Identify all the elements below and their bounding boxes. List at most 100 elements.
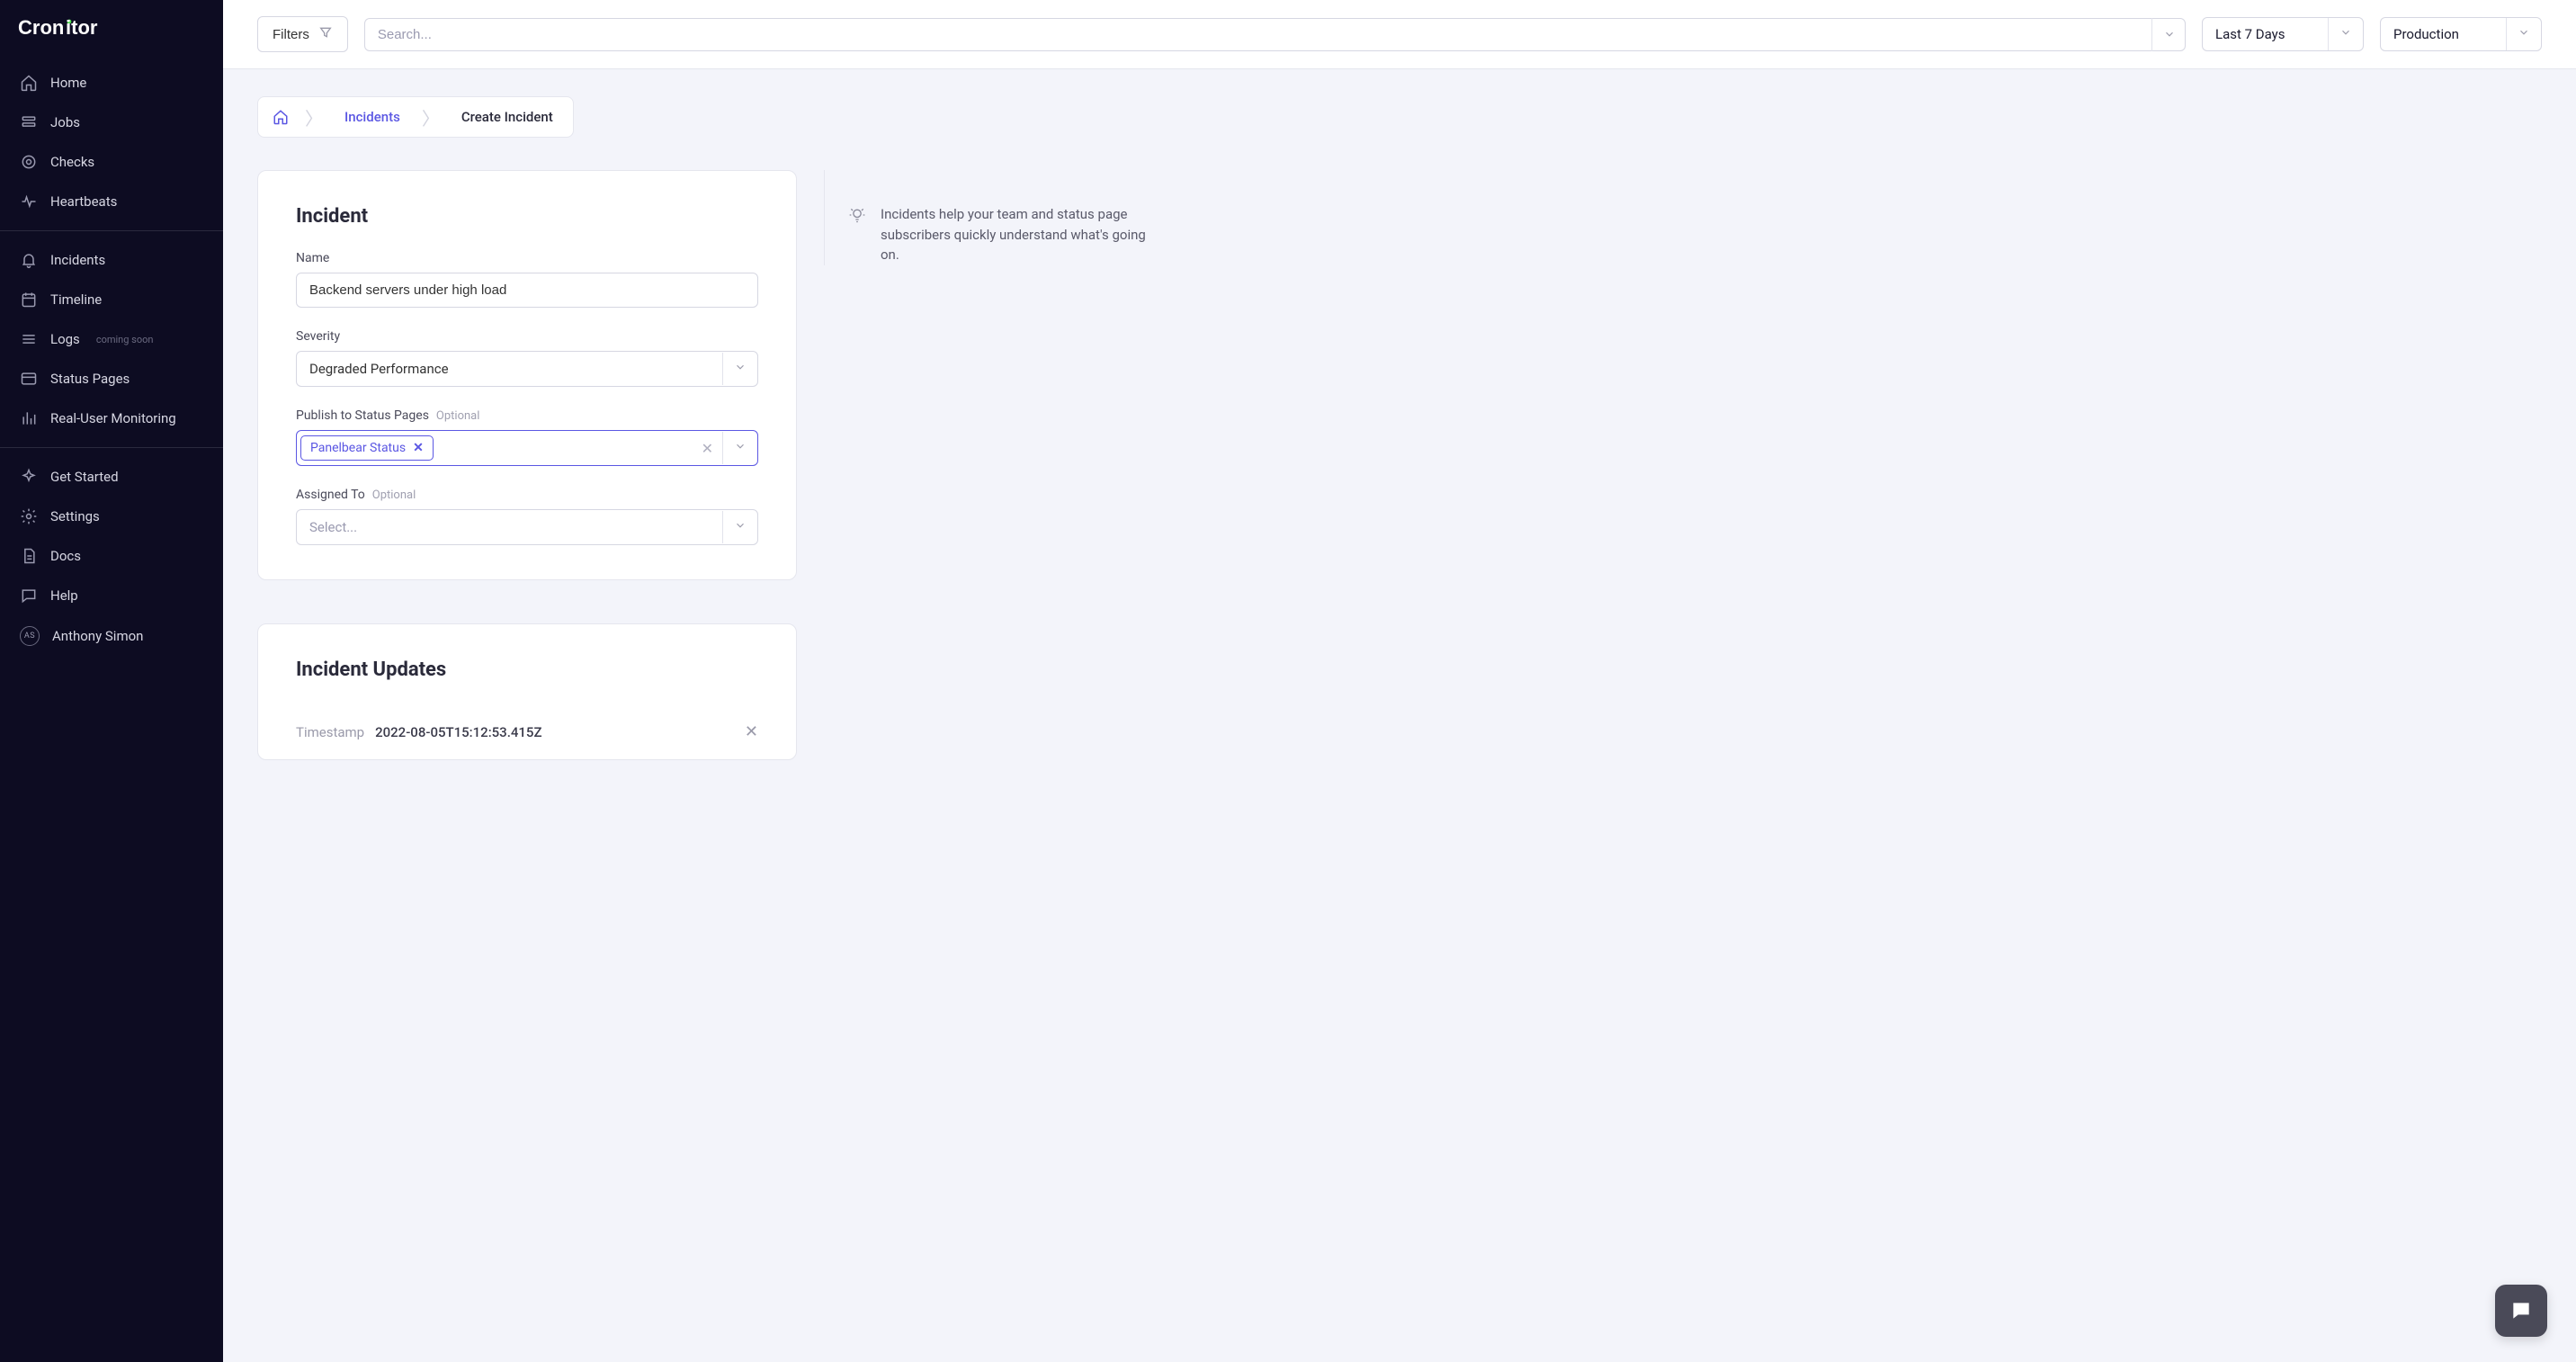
publish-label: Publish to Status Pages	[296, 408, 429, 423]
severity-select[interactable]: Degraded Performance	[296, 351, 758, 387]
sidebar-item-status-pages[interactable]: Status Pages	[0, 359, 223, 399]
incident-heading: Incident	[296, 205, 758, 228]
chevron-down-icon	[2506, 18, 2541, 50]
filters-label: Filters	[273, 27, 309, 42]
timestamp-value: 2022-08-05T15:12:53.415Z	[375, 724, 734, 740]
incident-updates-card: Incident Updates Timestamp 2022-08-05T15…	[257, 623, 797, 760]
calendar-icon	[20, 291, 38, 309]
sidebar-item-label: Incidents	[50, 252, 105, 268]
sidebar-item-label: Docs	[50, 548, 81, 564]
logo[interactable]: Cron itor	[0, 16, 223, 59]
nav-divider	[0, 230, 223, 231]
optional-label: Optional	[436, 409, 479, 423]
gear-icon	[20, 507, 38, 525]
sidebar-item-label: Anthony Simon	[52, 628, 143, 644]
sidebar-item-heartbeats[interactable]: Heartbeats	[0, 182, 223, 221]
incident-card: Incident Name Severity Degraded Performa…	[257, 170, 797, 580]
filter-icon	[318, 25, 333, 43]
sidebar-item-label: Real-User Monitoring	[50, 410, 176, 426]
search-input[interactable]	[364, 18, 2186, 51]
chevron-down-icon	[2328, 18, 2363, 50]
list-icon	[20, 330, 38, 348]
sidebar-item-help[interactable]: Help	[0, 576, 223, 615]
jobs-icon	[20, 113, 38, 131]
checks-icon	[20, 153, 38, 171]
chat-icon	[2509, 1299, 2533, 1322]
hint-panel: Incidents help your team and status page…	[824, 170, 1166, 265]
coming-soon-badge: coming soon	[96, 334, 154, 345]
chat-widget-button[interactable]	[2495, 1285, 2547, 1337]
tag-label: Panelbear Status	[310, 441, 406, 455]
bell-icon	[20, 251, 38, 269]
window-icon	[20, 370, 38, 388]
optional-label: Optional	[372, 488, 416, 502]
sparkle-icon	[20, 468, 38, 486]
breadcrumb-separator-icon: 〉	[303, 104, 325, 130]
bars-icon	[20, 409, 38, 427]
doc-icon	[20, 547, 38, 565]
environment-select[interactable]: Production	[2380, 17, 2542, 51]
chat-icon	[20, 587, 38, 605]
name-input[interactable]	[296, 273, 758, 308]
sidebar-item-label: Settings	[50, 508, 100, 524]
sidebar-item-label: Get Started	[50, 469, 119, 485]
sidebar-item-docs[interactable]: Docs	[0, 536, 223, 576]
severity-value: Degraded Performance	[297, 353, 722, 385]
environment-value: Production	[2381, 18, 2506, 50]
remove-update-icon[interactable]: ✕	[745, 722, 758, 741]
heartbeats-icon	[20, 193, 38, 211]
sidebar-item-checks[interactable]: Checks	[0, 142, 223, 182]
sidebar-item-user[interactable]: AS Anthony Simon	[0, 615, 223, 657]
home-icon	[20, 74, 38, 92]
sidebar-item-get-started[interactable]: Get Started	[0, 457, 223, 497]
assigned-select[interactable]: Select...	[296, 509, 758, 545]
breadcrumb: 〉 Incidents 〉 Create Incident	[257, 96, 574, 138]
sidebar-item-label: Checks	[50, 154, 94, 170]
sidebar-item-label: Heartbeats	[50, 193, 117, 210]
sidebar-item-timeline[interactable]: Timeline	[0, 280, 223, 319]
clear-all-icon[interactable]: ✕	[693, 440, 722, 457]
sidebar-item-rum[interactable]: Real-User Monitoring	[0, 399, 223, 438]
publish-select[interactable]: Panelbear Status ✕ ✕	[296, 430, 758, 466]
svg-text:Cron: Cron	[18, 16, 64, 39]
nav-divider	[0, 447, 223, 448]
breadcrumb-separator-icon: 〉	[420, 104, 442, 130]
sidebar-item-jobs[interactable]: Jobs	[0, 103, 223, 142]
sidebar-item-label: Help	[50, 587, 78, 604]
sidebar-item-label: Logs	[50, 331, 80, 347]
sidebar-item-incidents[interactable]: Incidents	[0, 240, 223, 280]
svg-text:itor: itor	[66, 16, 98, 39]
nav-group-meta: Get Started Settings Docs Help AS Anthon…	[0, 453, 223, 660]
home-icon	[273, 109, 289, 125]
sidebar-item-label: Timeline	[50, 291, 102, 308]
timestamp-label: Timestamp	[296, 724, 364, 740]
avatar: AS	[20, 626, 40, 646]
status-page-tag: Panelbear Status ✕	[300, 435, 434, 461]
name-label: Name	[296, 251, 329, 265]
chevron-down-icon	[722, 511, 757, 543]
nav-group-main: Home Jobs Checks Heartbeats	[0, 59, 223, 225]
assigned-placeholder: Select...	[297, 511, 722, 543]
date-range-select[interactable]: Last 7 Days	[2202, 17, 2364, 51]
hint-text: Incidents help your team and status page…	[881, 204, 1166, 265]
date-range-value: Last 7 Days	[2203, 18, 2328, 50]
incident-updates-heading: Incident Updates	[296, 659, 758, 681]
chevron-down-icon	[722, 353, 757, 385]
sidebar-item-label: Status Pages	[50, 371, 130, 387]
topbar: Filters Last 7 Days Production	[223, 0, 2576, 69]
breadcrumb-incidents[interactable]: Incidents	[325, 97, 420, 137]
sidebar: Cron itor Home Jobs Checks Heartbeats	[0, 0, 223, 1362]
filters-button[interactable]: Filters	[257, 16, 348, 52]
nav-group-monitor: Incidents Timeline Logs coming soon Stat…	[0, 237, 223, 442]
sidebar-item-settings[interactable]: Settings	[0, 497, 223, 536]
sidebar-item-label: Jobs	[50, 114, 80, 130]
breadcrumb-home[interactable]	[258, 97, 303, 137]
lightbulb-icon	[848, 206, 866, 265]
sidebar-item-home[interactable]: Home	[0, 63, 223, 103]
remove-tag-icon[interactable]: ✕	[413, 441, 424, 455]
sidebar-item-logs[interactable]: Logs coming soon	[0, 319, 223, 359]
severity-label: Severity	[296, 329, 340, 344]
breadcrumb-create-incident: Create Incident	[442, 97, 573, 137]
chevron-down-icon	[722, 432, 757, 464]
assigned-label: Assigned To	[296, 488, 365, 502]
